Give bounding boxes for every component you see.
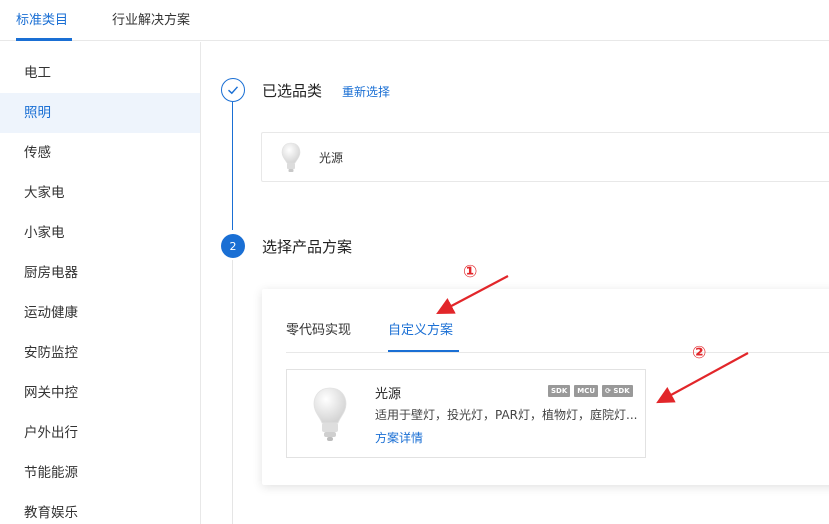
sidebar-item-security[interactable]: 安防监控 <box>0 333 200 373</box>
annotation-marker-2: ② <box>692 343 707 363</box>
category-tabs: 标准类目 行业解决方案 <box>0 0 829 41</box>
selected-category-card: 光源 <box>261 132 829 182</box>
bulb-icon <box>281 142 301 172</box>
step-title-selected-category: 已选品类 <box>262 82 323 100</box>
category-sidebar: 电工 照明 传感 大家电 小家电 厨房电器 运动健康 安防监控 网关中控 户外出… <box>0 42 201 524</box>
sidebar-item-energy[interactable]: 节能能源 <box>0 453 200 493</box>
scheme-badges: SDK MCU ⟳ SDK <box>548 385 633 397</box>
sidebar-item-lighting[interactable]: 照明 <box>0 93 200 133</box>
mcu-badge: MCU <box>574 385 599 397</box>
sidebar-item-large-appliance[interactable]: 大家电 <box>0 173 200 213</box>
step-title-select-scheme: 选择产品方案 <box>262 238 353 256</box>
tab-industry-solutions[interactable]: 行业解决方案 <box>112 9 190 28</box>
sidebar-item-gateway[interactable]: 网关中控 <box>0 373 200 413</box>
step-connector-line <box>232 102 233 230</box>
sidebar-item-education[interactable]: 教育娱乐 <box>0 493 200 524</box>
tab-zero-code[interactable]: 零代码实现 <box>286 319 351 338</box>
reselect-link[interactable]: 重新选择 <box>342 83 390 100</box>
annotation-marker-1: ① <box>463 262 478 282</box>
scheme-detail-link[interactable]: 方案详情 <box>375 429 423 446</box>
sidebar-item-outdoor[interactable]: 户外出行 <box>0 413 200 453</box>
sidebar-item-electrical[interactable]: 电工 <box>0 53 200 93</box>
step-connector-line-pending <box>232 260 233 524</box>
check-icon <box>221 78 245 102</box>
sync-sdk-badge: ⟳ SDK <box>602 385 633 397</box>
scheme-card-light-source[interactable]: 光源 SDK MCU ⟳ SDK 适用于壁灯，投光灯，PAR灯，植物灯，庭院灯.… <box>286 369 646 458</box>
tab-custom-scheme[interactable]: 自定义方案 <box>388 319 453 338</box>
selected-category-label: 光源 <box>319 151 344 165</box>
sdk-badge: SDK <box>548 385 571 397</box>
sidebar-item-small-appliance[interactable]: 小家电 <box>0 213 200 253</box>
tab-standard-category[interactable]: 标准类目 <box>16 9 68 28</box>
scheme-name: 光源 <box>375 387 402 402</box>
bulb-icon <box>313 387 347 441</box>
step-number-badge: 2 <box>221 234 245 258</box>
product-scheme-panel: 零代码实现 自定义方案 光源 SDK MCU ⟳ SDK 适用于壁灯，投光灯，P… <box>262 289 829 485</box>
sidebar-item-kitchen[interactable]: 厨房电器 <box>0 253 200 293</box>
tab-divider <box>286 352 829 353</box>
scheme-description: 适用于壁灯，投光灯，PAR灯，植物灯，庭院灯... <box>375 408 638 422</box>
active-tab-underline <box>16 38 72 41</box>
sidebar-item-sports-health[interactable]: 运动健康 <box>0 293 200 333</box>
sidebar-item-sensor[interactable]: 传感 <box>0 133 200 173</box>
